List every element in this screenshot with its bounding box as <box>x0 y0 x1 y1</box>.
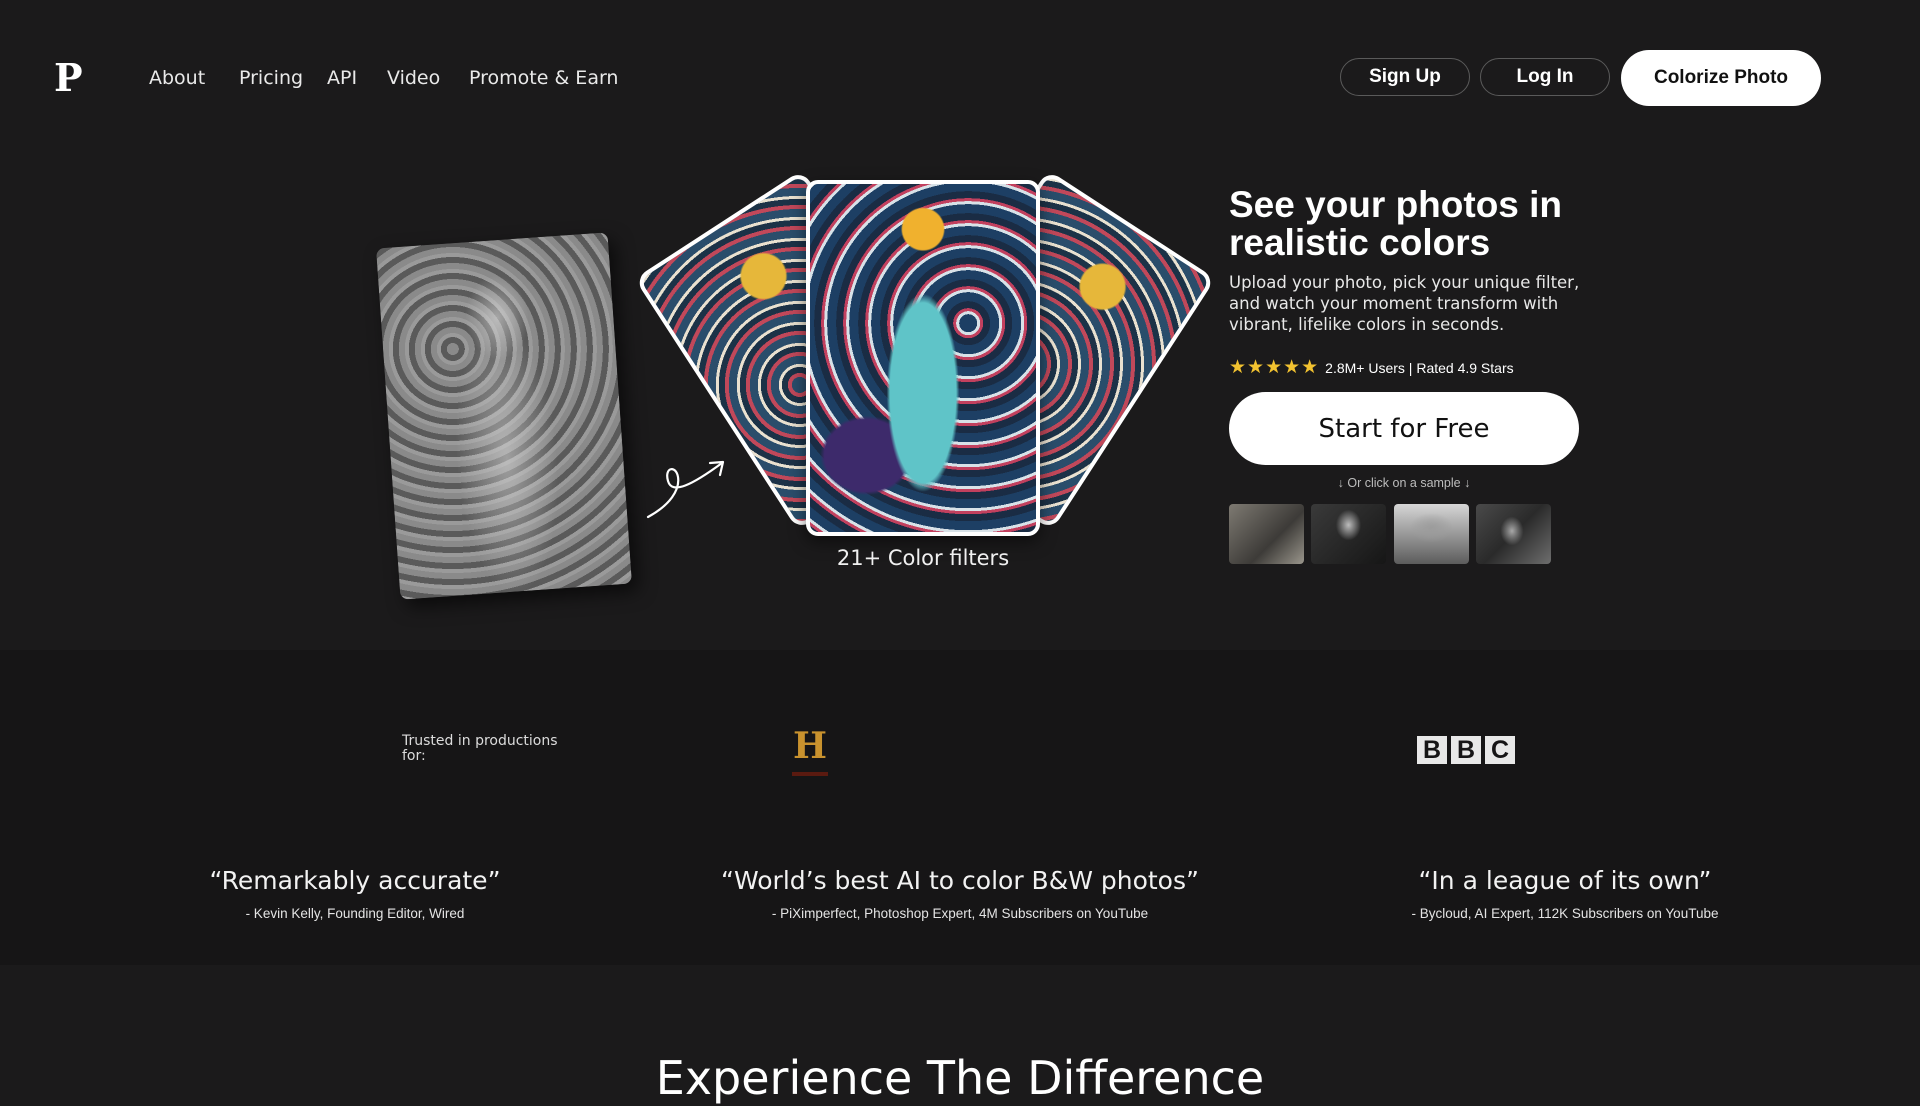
sample-thumbnail-3[interactable] <box>1394 504 1469 564</box>
site-logo[interactable]: P <box>54 56 83 100</box>
rating-text: 2.8M+ Users | Rated 4.9 Stars <box>1325 359 1514 376</box>
bbc-letter: C <box>1485 736 1515 764</box>
rating: ★★★★★ 2.8M+ Users | Rated 4.9 Stars <box>1229 356 1514 379</box>
nav-pricing[interactable]: Pricing <box>239 66 303 90</box>
start-for-free-button[interactable]: Start for Free <box>1229 392 1579 465</box>
hero-subtitle: Upload your photo, pick your unique filt… <box>1229 273 1580 334</box>
section-heading: Experience The Difference <box>655 1051 1265 1105</box>
sample-thumbnail-1[interactable] <box>1229 504 1304 564</box>
testimonial-quote: “In a league of its own” <box>1418 866 1712 895</box>
hero-title: See your photos in realistic colors <box>1229 184 1563 263</box>
testimonial-quote: “World’s best AI to color B&W photos” <box>721 866 1199 895</box>
nav-api[interactable]: API <box>327 66 357 90</box>
sample-thumbnail-4[interactable] <box>1476 504 1551 564</box>
testimonial-author: - Bycloud, AI Expert, 112K Subscribers o… <box>1411 906 1719 921</box>
star-rating-icon: ★★★★★ <box>1229 357 1320 378</box>
bw-photo <box>376 232 632 600</box>
bbc-letter: B <box>1417 736 1447 764</box>
bbc-logo: B B C <box>1417 736 1515 764</box>
sign-up-button[interactable]: Sign Up <box>1340 58 1470 96</box>
nav-video[interactable]: Video <box>387 66 440 90</box>
nav-about[interactable]: About <box>149 66 205 90</box>
arrow-icon <box>646 460 725 519</box>
filters-label: 21+ Color filters <box>836 546 1010 570</box>
log-in-button[interactable]: Log In <box>1480 58 1610 96</box>
trusted-label: Trusted in productions for: <box>402 733 558 764</box>
testimonial-quote: “Remarkably accurate” <box>209 866 501 895</box>
history-channel-logo: H <box>792 726 828 776</box>
testimonial-author: - Kevin Kelly, Founding Editor, Wired <box>245 906 465 921</box>
sample-hint: ↓ Or click on a sample ↓ <box>1337 476 1471 490</box>
bbc-letter: B <box>1451 736 1481 764</box>
colorize-photo-button[interactable]: Colorize Photo <box>1621 50 1821 106</box>
colorized-photo <box>806 180 1040 536</box>
sample-thumbnail-2[interactable] <box>1311 504 1386 564</box>
testimonial-author: - PiXimperfect, Photoshop Expert, 4M Sub… <box>771 906 1149 921</box>
nav-promote-earn[interactable]: Promote & Earn <box>469 66 618 90</box>
